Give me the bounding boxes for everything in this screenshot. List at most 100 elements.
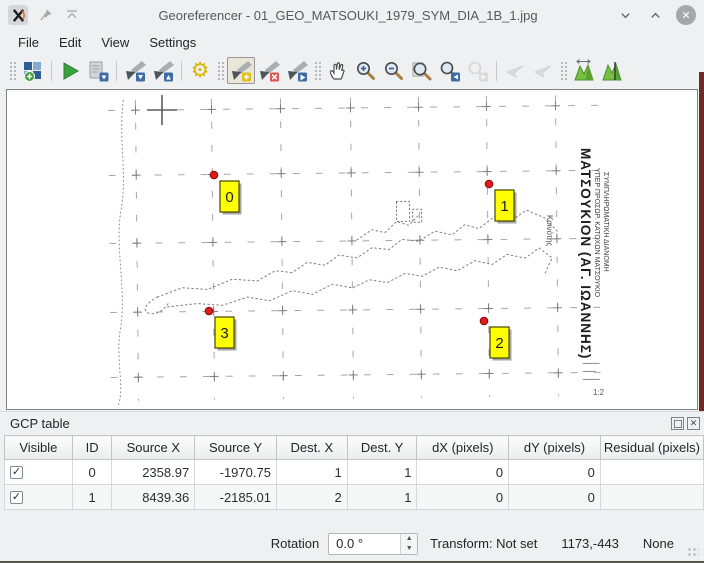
keep-above-icon[interactable] — [64, 7, 80, 23]
gcp-label: 3 — [220, 325, 228, 342]
menu-edit[interactable]: Edit — [49, 32, 91, 53]
table-row[interactable]: ✓02358.97-1970.751100 — [5, 460, 704, 485]
zoom-last-button[interactable] — [436, 57, 464, 84]
column-header[interactable]: Source X — [112, 436, 195, 460]
column-header[interactable]: dX (pixels) — [417, 436, 509, 460]
gcp-marker[interactable]: 1 — [485, 180, 516, 223]
load-gcp-icon — [123, 59, 147, 83]
column-header[interactable]: ID — [72, 436, 112, 460]
menu-view[interactable]: View — [91, 32, 139, 53]
cursor-coordinates: 1173,-443 — [561, 536, 619, 551]
visible-checkbox[interactable]: ✓ — [10, 466, 23, 479]
column-header[interactable]: dY (pixels) — [509, 436, 601, 460]
script-icon — [86, 59, 110, 83]
toolbar-drag-handle[interactable] — [9, 61, 16, 81]
gear-icon: ⚙ — [191, 60, 210, 81]
spin-down-icon[interactable]: ▼ — [401, 544, 417, 554]
gcp-table-panel: GCP table ✕ VisibleIDSource XSource YDes… — [0, 411, 704, 530]
table-cell: 0 — [509, 460, 601, 485]
rotation-spinbox[interactable]: 0.0 ° ▲ ▼ — [328, 533, 418, 555]
link-qgis-icon — [531, 59, 555, 83]
table-cell — [600, 460, 703, 485]
crs-indicator: None — [643, 536, 674, 551]
start-georeferencing-button[interactable] — [56, 57, 84, 84]
pin-icon[interactable] — [38, 7, 54, 23]
menubar: File Edit View Settings — [0, 30, 704, 55]
toolbar-drag-handle[interactable] — [314, 61, 321, 81]
visible-checkbox[interactable]: ✓ — [10, 491, 23, 504]
zoom-next-button[interactable] — [464, 57, 492, 84]
zoom-last-icon — [438, 59, 462, 83]
add-point-button[interactable] — [227, 57, 255, 84]
gcp-panel-title: GCP table — [10, 416, 70, 431]
table-cell: -2185.01 — [195, 485, 277, 510]
gcp-markers: 0 1 2 3 — [205, 171, 516, 360]
delete-point-button[interactable] — [255, 57, 283, 84]
gcp-point-dot — [485, 180, 493, 188]
open-raster-icon — [21, 59, 45, 83]
table-cell — [600, 485, 703, 510]
transformation-settings-button[interactable]: ⚙ — [186, 57, 214, 84]
map-title-text: ΜΑΤΣΟΥΚΙΟΝ (ΑΓ. ΙΩΑΝΝΗΣ) — [578, 148, 593, 359]
background-window-edge — [699, 72, 704, 411]
window-title: Georeferencer - 01_GEO_MATSOUKI_1979_SYM… — [90, 8, 606, 23]
gcp-marker[interactable]: 2 — [480, 317, 511, 360]
table-cell: 0 — [509, 485, 601, 510]
table-cell: 0 — [417, 460, 509, 485]
zoom-out-icon — [382, 59, 406, 83]
panel-float-icon[interactable] — [671, 417, 684, 430]
open-raster-button[interactable] — [19, 57, 47, 84]
column-header[interactable]: Source Y — [195, 436, 277, 460]
column-header[interactable]: Visible — [5, 436, 73, 460]
local-histogram-stretch-button[interactable] — [598, 57, 626, 84]
gcp-table: VisibleIDSource XSource YDest. XDest. Yd… — [4, 435, 704, 510]
map-canvas[interactable]: ΜΑΤΣΟΥΚΙΟΝ (ΑΓ. ΙΩΑΝΝΗΣ) ΥΠΕΡ ΠΡΟΣΩΡ. ΚΑ… — [6, 89, 698, 410]
crosshair-cursor — [147, 95, 177, 125]
app-icon — [8, 5, 28, 25]
full-histogram-stretch-button[interactable] — [570, 57, 598, 84]
gcp-point-dot — [210, 171, 218, 179]
link-georeferencer-to-qgis-button[interactable] — [501, 57, 529, 84]
table-cell: 1 — [347, 485, 417, 510]
map-scale-fragment: 1:2 — [593, 388, 605, 397]
spin-up-icon[interactable]: ▲ — [401, 534, 417, 544]
generate-gdal-script-button[interactable] — [84, 57, 112, 84]
delete-point-icon — [257, 59, 281, 83]
gcp-label: 2 — [495, 335, 503, 352]
rotation-label: Rotation — [271, 536, 319, 551]
column-header[interactable]: Dest. X — [276, 436, 347, 460]
table-cell: 2 — [276, 485, 347, 510]
pan-hand-icon — [326, 59, 350, 83]
table-cell: 8439.36 — [112, 485, 195, 510]
gcp-marker[interactable]: 0 — [210, 171, 241, 214]
local-histogram-icon — [600, 59, 624, 83]
zoom-to-layer-icon — [410, 59, 434, 83]
zoom-to-layer-button[interactable] — [408, 57, 436, 84]
column-header[interactable]: Dest. Y — [347, 436, 417, 460]
resize-grip[interactable] — [687, 547, 699, 557]
menu-settings[interactable]: Settings — [139, 32, 206, 53]
load-gcp-points-button[interactable] — [121, 57, 149, 84]
zoom-in-button[interactable] — [352, 57, 380, 84]
toolbar-drag-handle[interactable] — [560, 61, 567, 81]
save-gcp-points-button[interactable] — [149, 57, 177, 84]
menu-file[interactable]: File — [8, 32, 49, 53]
zoom-out-button[interactable] — [380, 57, 408, 84]
map-subtitle-text-1: ΥΠΕΡ ΠΡΟΣΩΡ. ΚΑΤΟΧΩΝ ΜΑΤΣΟΥΚΙΟ — [593, 168, 600, 298]
column-header[interactable]: Residual (pixels) — [600, 436, 703, 460]
table-cell: 2358.97 — [112, 460, 195, 485]
full-histogram-icon — [572, 59, 596, 83]
pan-button[interactable] — [324, 57, 352, 84]
link-qgis-to-georeferencer-button[interactable] — [529, 57, 557, 84]
gcp-marker[interactable]: 3 — [205, 307, 236, 350]
maximize-button[interactable] — [644, 4, 666, 26]
move-point-button[interactable] — [283, 57, 311, 84]
minimize-button[interactable] — [614, 4, 636, 26]
gcp-label: 1 — [500, 198, 508, 215]
rotation-value: 0.0 ° — [329, 536, 363, 551]
table-row[interactable]: ✓18439.36-2185.012100 — [5, 485, 704, 510]
close-button[interactable]: ✕ — [676, 5, 696, 25]
toolbar-drag-handle[interactable] — [217, 61, 224, 81]
toolbar: ⚙ — [0, 55, 704, 86]
panel-close-icon[interactable]: ✕ — [687, 417, 700, 430]
